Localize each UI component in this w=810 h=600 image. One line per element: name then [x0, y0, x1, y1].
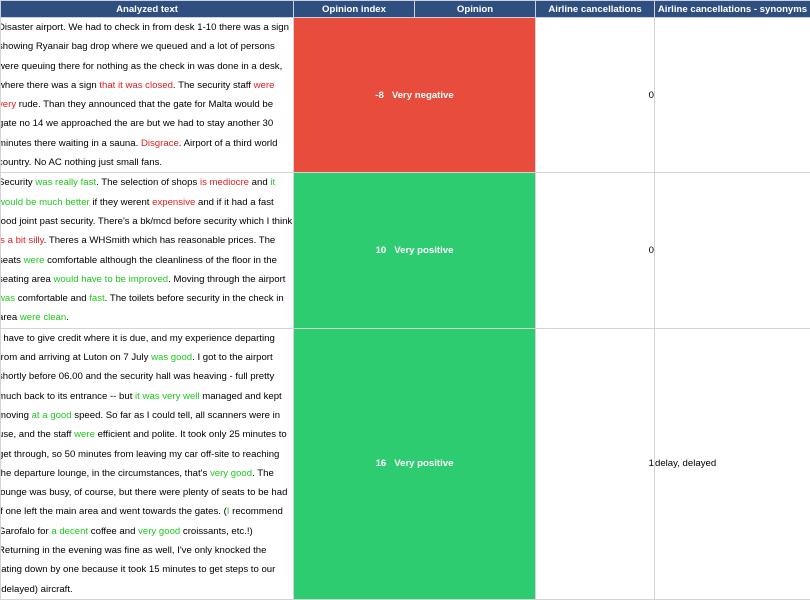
positive-phrase: were clean — [20, 312, 66, 323]
text-segment: . — [66, 312, 69, 323]
analyzed-text-cell[interactable]: Security was really fast. The selection … — [1, 173, 294, 328]
opinion-label: Very positive — [394, 245, 453, 256]
text-segment: comfortable and — [15, 293, 89, 304]
negative-phrase: is mediocre — [200, 177, 249, 188]
synonyms-cell[interactable] — [655, 173, 810, 328]
header-airline-cancellations-synonyms[interactable]: Airline cancellations - synonyms — [655, 1, 810, 18]
analyzed-text: Disaster airport. We had to check in fro… — [1, 18, 294, 172]
opinion-label: Very positive — [394, 458, 453, 469]
opinion-cell[interactable]: 10 Very positive — [294, 173, 536, 328]
analyzed-text: I have to give credit where it is due, a… — [1, 329, 294, 599]
positive-phrase: at a good — [32, 410, 72, 421]
airline-cancellations-cell[interactable]: 0 — [536, 173, 655, 328]
positive-phrase: were — [74, 429, 95, 440]
analyzed-text: Security was really fast. The selection … — [1, 173, 294, 327]
text-segment: if they werent — [90, 197, 152, 208]
positive-phrase: fast — [89, 293, 104, 304]
opinion-cell[interactable]: 16 Very positive — [294, 328, 536, 599]
table-row: Security was really fast. The selection … — [1, 173, 810, 328]
opinion-index-value: 16 — [376, 458, 387, 469]
header-row: Analyzed text Opinion index Opinion Airl… — [1, 1, 810, 18]
text-segment: . Moving through the airport — [168, 274, 285, 285]
text-segment: and — [249, 177, 270, 188]
positive-phrase: it was very well — [135, 391, 200, 402]
opinion-label: Very negative — [392, 90, 454, 101]
opinion-index-value: 10 — [376, 245, 387, 256]
positive-phrase: was good — [151, 352, 192, 363]
negative-phrase: that it was closed — [99, 80, 173, 91]
positive-phrase: very good — [210, 468, 252, 479]
header-opinion[interactable]: Opinion — [415, 1, 536, 18]
positive-phrase: very good — [138, 526, 180, 537]
airline-cancellations-cell[interactable]: 0 — [536, 18, 655, 173]
text-segment: . The security staff — [173, 80, 254, 91]
positive-phrase: was really fast — [35, 177, 96, 188]
text-segment: coffee and — [88, 526, 138, 537]
analysis-table: Analyzed text Opinion index Opinion Airl… — [0, 0, 810, 600]
header-airline-cancellations[interactable]: Airline cancellations — [536, 1, 655, 18]
opinion-cell[interactable]: -8 Very negative — [294, 18, 536, 173]
analyzed-text-cell[interactable]: Disaster airport. We had to check in fro… — [1, 18, 294, 173]
positive-phrase: would have to be improved — [53, 274, 168, 285]
analyzed-text-cell[interactable]: I have to give credit where it is due, a… — [1, 328, 294, 599]
text-segment: . The selection of shops — [96, 177, 200, 188]
negative-phrase: is a bit silly — [1, 235, 44, 246]
text-segment: Security — [1, 177, 36, 188]
airline-cancellations-cell[interactable]: 1 — [536, 328, 655, 599]
header-opinion-index[interactable]: Opinion index — [294, 1, 415, 18]
negative-phrase: expensive — [152, 197, 195, 208]
synonyms-cell[interactable]: delay, delayed — [655, 328, 810, 599]
positive-phrase: was — [1, 293, 16, 304]
positive-phrase: a decent — [51, 526, 88, 537]
negative-phrase: Disgrace — [141, 138, 179, 149]
positive-phrase: were — [24, 255, 45, 266]
opinion-index-value: -8 — [375, 90, 384, 101]
header-analyzed-text[interactable]: Analyzed text — [1, 1, 294, 18]
synonyms-cell[interactable] — [655, 18, 810, 173]
table-row: I have to give credit where it is due, a… — [1, 328, 810, 599]
table-row: Disaster airport. We had to check in fro… — [1, 18, 810, 173]
